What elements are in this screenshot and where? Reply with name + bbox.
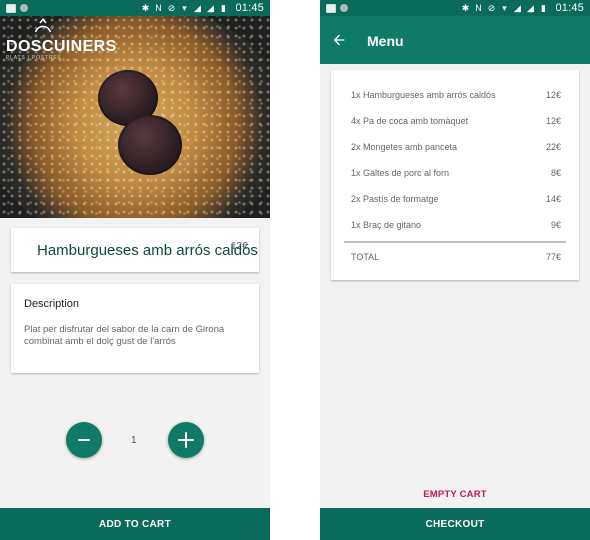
dish-title: Hamburgueses amb arrós caldós [37,242,258,259]
item-label: 2x Pastís de formatge [351,194,439,204]
status-bar: ✱ N ⊘ ▾ ◢ ◢ ▮ 01:45 [320,0,590,16]
description-label: Description [24,298,80,310]
item-price: 22€ [545,142,561,152]
arrow-left-icon[interactable] [331,32,347,48]
cart-summary-card: 1x Hamburgueses amb arrós caldós 12€ 4x … [331,70,579,280]
do-not-disturb-icon: ⊘ [487,2,496,13]
circle-icon [20,3,28,12]
clock: 01:45 [235,2,264,14]
item-label: 4x Pa de coca amb tomàquet [351,116,469,126]
dish-photo: DOSCUINERS PLATS I POSTRES [0,16,270,218]
checkout-button[interactable]: CHECKOUT [320,508,590,540]
clock: 01:45 [555,2,584,14]
total-row: TOTAL 77€ [351,252,561,266]
bluetooth-icon: ✱ [461,2,470,13]
list-item: 2x Pastís de formatge 14€ [351,194,561,208]
dish-title-card: Hamburgueses amb arrós caldós 12€ [11,228,259,272]
minus-icon [78,439,90,441]
plus-icon [178,432,194,448]
cart-screen: ✱ N ⊘ ▾ ◢ ◢ ▮ 01:45 Menu 1x Hamburgueses… [320,0,590,540]
item-price: 12€ [545,90,561,100]
image-icon [326,3,336,13]
do-not-disturb-icon: ⊘ [167,2,176,13]
brand-subtitle: PLATS I POSTRES [6,55,62,61]
wifi-icon: ▾ [502,2,507,13]
circle-icon [340,3,348,12]
burger-patty [118,115,182,175]
total-value: 77€ [545,252,561,262]
decrease-quantity-button[interactable] [66,422,102,458]
signal-icon: ◢ [514,2,521,13]
description-card: Description Plat per disfrutar del sabor… [11,284,259,373]
list-item: 1x Braç de gitano 9€ [351,220,561,234]
battery-icon: ▮ [220,2,226,13]
item-label: 1x Hamburgueses amb arrós caldós [351,90,496,100]
description-text: Plat per disfrutar del sabor de la carn … [24,324,225,347]
battery-icon: ▮ [540,2,546,13]
brand-logo-icon [34,18,52,33]
item-price: 12€ [545,116,561,126]
signal-icon: ◢ [194,2,201,13]
item-label: 1x Galtes de porc al forn [351,168,450,178]
list-item: 2x Mongetes amb panceta 22€ [351,142,561,156]
item-label: 2x Mongetes amb panceta [351,142,458,152]
item-price: 8€ [550,168,561,178]
total-label: TOTAL [351,252,380,262]
status-bar: ✱ N ⊘ ▾ ◢ ◢ ▮ 01:45 [0,0,270,16]
dish-price: 12€ [231,241,248,252]
product-detail-screen: ✱ N ⊘ ▾ ◢ ◢ ▮ 01:45 DOSCUINERS PLATS I P… [0,0,270,540]
nfc-icon: N [475,3,482,13]
list-item: 1x Galtes de porc al forn 8€ [351,168,561,182]
bluetooth-icon: ✱ [141,2,150,13]
wifi-icon: ▾ [182,2,187,13]
quantity-value: 1 [131,435,137,446]
add-to-cart-button[interactable]: ADD TO CART [0,508,270,540]
item-price: 9€ [550,220,561,230]
item-price: 14€ [545,194,561,204]
divider [344,241,566,243]
page-title: Menu [367,33,404,49]
brand-name: DOSCUINERS [6,38,117,55]
signal-icon: ◢ [527,2,534,13]
item-label: 1x Braç de gitano [351,220,422,230]
signal-icon: ◢ [207,2,214,13]
app-bar: Menu [320,16,590,64]
image-icon [6,3,16,13]
empty-cart-button[interactable]: EMPTY CART [320,485,590,503]
nfc-icon: N [155,3,162,13]
list-item: 1x Hamburgueses amb arrós caldós 12€ [351,90,561,104]
increase-quantity-button[interactable] [168,422,204,458]
list-item: 4x Pa de coca amb tomàquet 12€ [351,116,561,130]
